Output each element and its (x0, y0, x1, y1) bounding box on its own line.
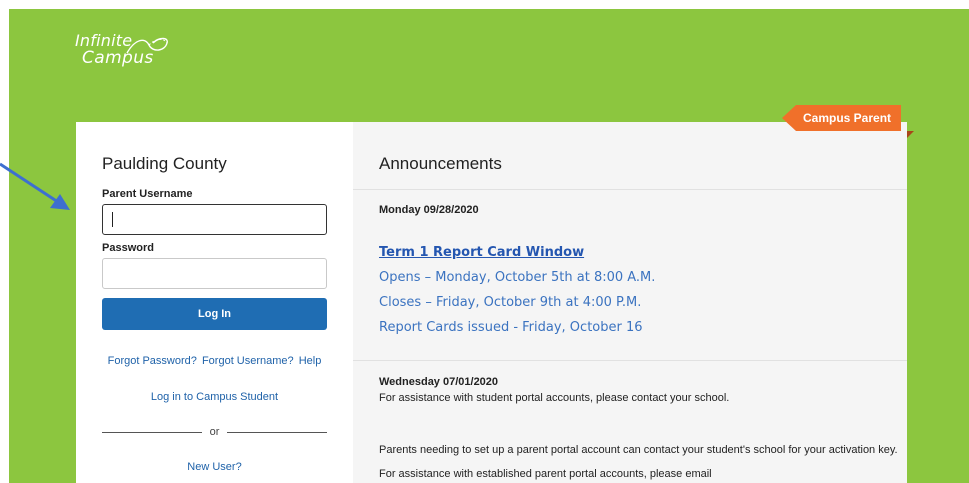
announcement-body: Term 1 Report Card Window Opens – Monday… (379, 240, 655, 340)
help-link[interactable]: Help (299, 355, 322, 367)
login-card: Paulding County Parent Username Password… (76, 122, 907, 483)
username-label: Parent Username (102, 188, 193, 200)
campus-parent-badge: Campus Parent (782, 105, 902, 131)
announcements-panel: Announcements Monday 09/28/2020 Term 1 R… (353, 122, 907, 483)
username-input[interactable] (102, 204, 327, 235)
recovery-links: Forgot Password? Forgot Username? Help (76, 355, 353, 367)
forgot-username-link[interactable]: Forgot Username? (202, 355, 294, 367)
announcement-line: Report Cards issued - Friday, October 16 (379, 320, 643, 335)
annotation-arrow-icon (0, 162, 70, 210)
announcement-paragraph: Parents needing to set up a parent porta… (379, 444, 898, 480)
infinity-swoosh-icon (126, 37, 168, 54)
badge-fold (907, 131, 914, 138)
report-card-headline-link[interactable]: Term 1 Report Card Window (379, 240, 655, 265)
login-button[interactable]: Log In (102, 298, 327, 330)
text-cursor (112, 212, 113, 227)
new-user-link[interactable]: New User? (76, 461, 353, 473)
district-name: Paulding County (102, 154, 227, 173)
divider (353, 189, 907, 190)
login-panel: Paulding County Parent Username Password… (76, 122, 353, 483)
divider-line-left (102, 431, 202, 433)
password-input[interactable] (102, 258, 327, 289)
announcement-date: Wednesday 07/01/2020 (379, 376, 499, 388)
forgot-password-link[interactable]: Forgot Password? (108, 355, 197, 367)
campus-student-link[interactable]: Log in to Campus Student (76, 391, 353, 403)
announcement-line: Closes – Friday, October 9th at 4:00 P.M… (379, 295, 642, 310)
or-divider: or (102, 425, 327, 439)
divider (353, 360, 907, 361)
announcement-line: Opens – Monday, October 5th at 8:00 A.M. (379, 270, 656, 285)
divider-line-right (227, 431, 327, 433)
announcement-text: For assistance with student portal accou… (379, 392, 730, 404)
page-background: Infinite Campus Paulding County Parent U… (9, 9, 969, 483)
or-text: or (209, 426, 220, 438)
announcements-title: Announcements (379, 154, 502, 173)
infinite-campus-logo: Infinite Campus (75, 33, 168, 67)
announcement-date: Monday 09/28/2020 (379, 204, 479, 216)
password-label: Password (102, 242, 154, 254)
